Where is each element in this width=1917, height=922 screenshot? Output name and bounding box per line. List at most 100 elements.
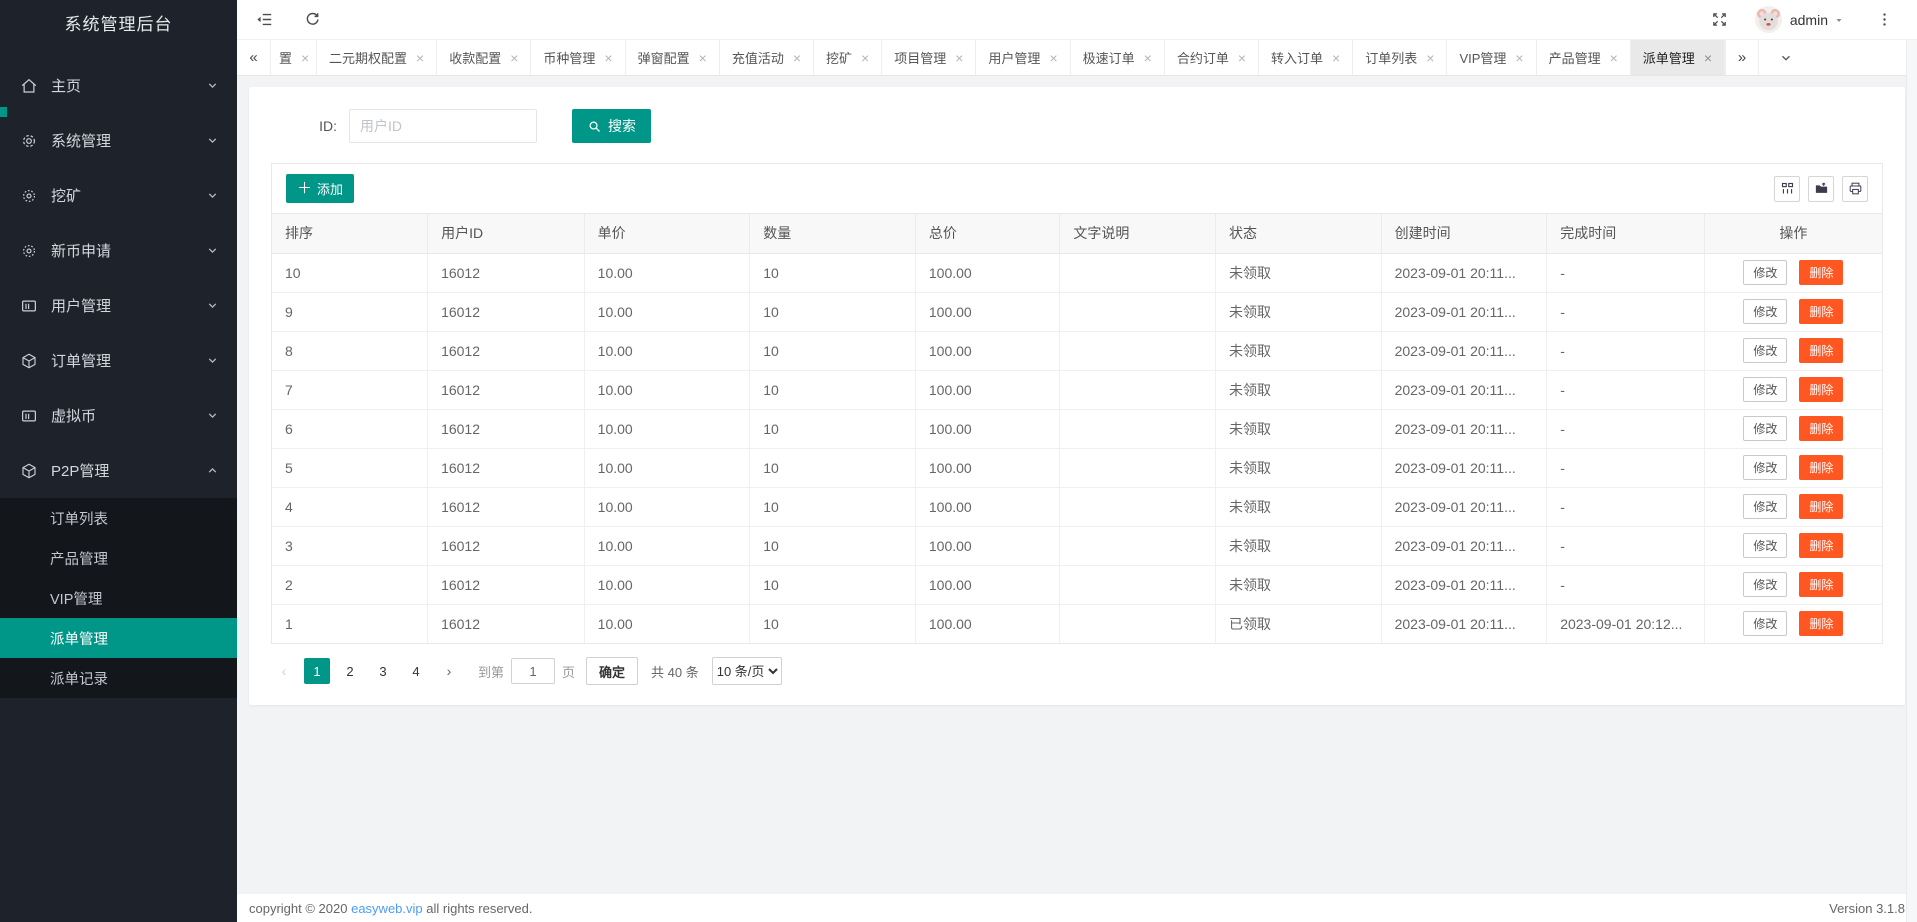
sidebar-menu-item[interactable]: 订单管理 [0,333,237,388]
easyweb-link[interactable]: easyweb.vip [351,901,423,916]
delete-button[interactable]: 删除 [1799,299,1844,324]
tab-close-icon[interactable]: × [955,51,963,65]
delete-button[interactable]: 删除 [1799,494,1844,519]
tab[interactable]: 币种管理 × [531,40,626,75]
delete-button[interactable]: 删除 [1799,377,1844,402]
delete-button[interactable]: 删除 [1799,455,1844,480]
per-page-select[interactable]: 10 条/页 [711,657,782,685]
sidebar-toggle-icon[interactable] [251,7,277,33]
tab[interactable]: 订单列表 × [1353,40,1448,75]
tab-close-icon[interactable]: × [510,51,518,65]
refresh-icon[interactable] [299,7,325,33]
page-prev-icon[interactable]: ‹ [271,658,297,684]
avatar[interactable] [1754,6,1782,33]
delete-button[interactable]: 删除 [1799,533,1844,558]
tab[interactable]: 弹窗配置 × [625,40,720,75]
tab[interactable]: 产品管理 × [1536,40,1631,75]
cell-total: 100.00 [915,331,1061,371]
delete-button[interactable]: 删除 [1799,260,1844,285]
edit-button[interactable]: 修改 [1743,611,1788,637]
delete-button[interactable]: 删除 [1799,611,1844,637]
edit-button[interactable]: 修改 [1743,377,1788,402]
sidebar-submenu-item[interactable]: VIP管理 [0,578,237,618]
tab-close-icon[interactable]: × [604,51,612,65]
cell-actions: 修改 删除 [1704,487,1882,527]
cell-created: 2023-09-01 20:11... [1381,409,1548,449]
tab-close-icon[interactable]: × [416,51,424,65]
tab-close-icon[interactable]: × [699,51,707,65]
edit-button[interactable]: 修改 [1743,416,1788,441]
tab-close-icon[interactable]: × [1332,51,1340,65]
tab[interactable]: 合约订单 × [1164,40,1260,75]
cell-status: 未领取 [1215,448,1382,488]
export-icon[interactable] [1808,175,1834,202]
tabs-scroll-right-icon[interactable]: » [1725,40,1759,75]
tab[interactable]: 二元期权配置 × [317,40,438,75]
tab[interactable]: 充值活动 × [719,40,815,75]
tab-close-icon[interactable]: × [301,51,309,65]
tab-close-icon[interactable]: × [1426,51,1434,65]
tab-close-icon[interactable]: × [1144,51,1152,65]
search-input[interactable] [349,109,537,143]
edit-button[interactable]: 修改 [1743,455,1788,480]
delete-button[interactable]: 删除 [1799,338,1844,363]
tab[interactable]: 置 × [271,40,317,75]
tab[interactable]: 挖矿 × [814,40,883,75]
sidebar-submenu-item[interactable]: 派单管理 [0,618,237,658]
cell-finished: - [1546,370,1705,410]
edit-button[interactable]: 修改 [1743,533,1788,558]
sidebar-menu-item[interactable]: 虚拟币 [0,388,237,443]
tab-close-icon[interactable]: × [1704,51,1712,65]
tab-close-icon[interactable]: × [1515,51,1523,65]
sidebar-menu-item[interactable]: 系统管理 [0,113,237,168]
delete-button[interactable]: 删除 [1799,416,1844,441]
page-scrollbar[interactable] [1906,40,1917,922]
page-next-icon[interactable]: › [436,658,462,684]
sidebar-menu-item[interactable]: 主页 [0,58,237,113]
page-number-button[interactable]: 3 [370,658,396,684]
cell-actions: 修改 删除 [1704,448,1882,488]
add-button[interactable]: ＋ 添加 [286,174,355,203]
page-number-button[interactable]: 1 [304,658,330,684]
tabs-dropdown-icon[interactable] [1771,40,1801,75]
sidebar-menu-item[interactable]: 用户管理 [0,278,237,333]
sidebar-submenu-item[interactable]: 产品管理 [0,538,237,578]
page-number-button[interactable]: 4 [403,658,429,684]
sidebar-submenu-item[interactable]: 订单列表 [0,498,237,538]
edit-button[interactable]: 修改 [1743,494,1788,519]
goto-confirm-button[interactable]: 确定 [586,657,639,685]
tab[interactable]: 用户管理 × [976,40,1071,75]
cell-created: 2023-09-01 20:11... [1381,253,1548,293]
user-menu[interactable]: admin [1790,12,1845,28]
sidebar-submenu-item[interactable]: 派单记录 [0,658,237,698]
tab-close-icon[interactable]: × [1049,51,1057,65]
edit-button[interactable]: 修改 [1743,299,1788,324]
page-number-button[interactable]: 2 [337,658,363,684]
print-icon[interactable] [1842,175,1868,202]
goto-page-input[interactable] [511,658,556,684]
tab[interactable]: 转入订单 × [1259,40,1354,75]
tab-close-icon[interactable]: × [1610,51,1618,65]
edit-button[interactable]: 修改 [1743,260,1788,285]
fullscreen-icon[interactable] [1707,7,1733,33]
sidebar-menu-item[interactable]: 挖矿 [0,168,237,223]
edit-button[interactable]: 修改 [1743,572,1788,597]
search-button[interactable]: 搜索 [572,109,651,143]
edit-button[interactable]: 修改 [1743,338,1788,363]
tab-close-icon[interactable]: × [793,51,801,65]
kebab-menu-icon[interactable] [1871,7,1897,33]
sidebar-menu-item[interactable]: 新币申请 [0,223,237,278]
tab-close-icon[interactable]: × [1238,51,1246,65]
cog-icon [20,187,38,205]
tab[interactable]: 极速订单 × [1070,40,1165,75]
columns-icon[interactable] [1774,175,1800,202]
table-toolbar: ＋ 添加 [272,164,1882,214]
tab[interactable]: 收款配置 × [437,40,532,75]
tab[interactable]: VIP管理 × [1447,40,1537,75]
tab[interactable]: 项目管理 × [882,40,977,75]
delete-button[interactable]: 删除 [1799,572,1844,597]
sidebar-menu-item[interactable]: P2P管理 [0,443,237,498]
tab[interactable]: 派单管理 × [1630,40,1725,75]
tabs-scroll-left-icon[interactable]: « [237,40,271,75]
tab-close-icon[interactable]: × [861,51,869,65]
